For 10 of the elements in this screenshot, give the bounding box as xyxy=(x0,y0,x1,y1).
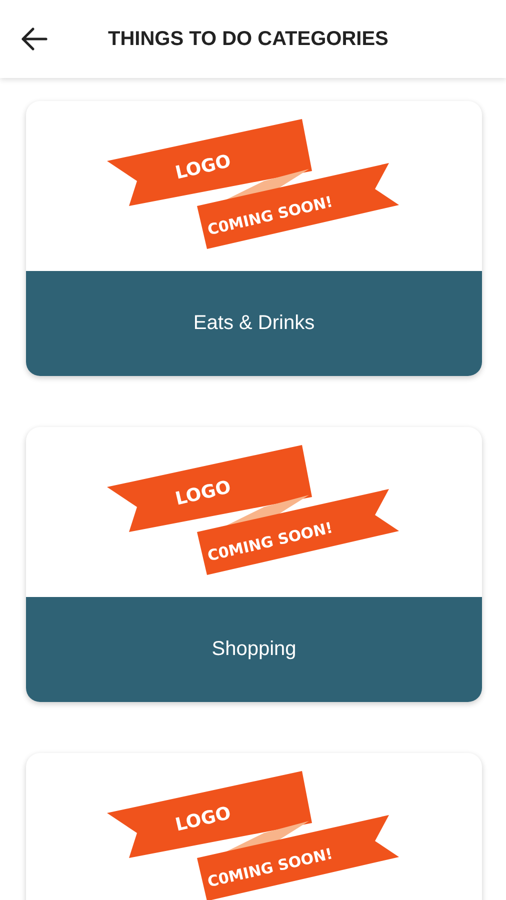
category-label: Eats & Drinks xyxy=(26,271,482,376)
back-arrow-icon xyxy=(20,27,48,51)
coming-soon-logo: LOGO C0MING SOON! xyxy=(99,111,409,261)
category-label: Shopping xyxy=(26,597,482,702)
category-card[interactable]: LOGO C0MING SOON! Shopping xyxy=(26,427,482,702)
screen-title: THINGS TO DO CATEGORIES xyxy=(108,28,388,50)
category-card[interactable]: LOGO C0MING SOON! xyxy=(26,753,482,900)
coming-soon-logo: LOGO C0MING SOON! xyxy=(99,763,409,900)
coming-soon-logo: LOGO C0MING SOON! xyxy=(99,437,409,587)
category-card[interactable]: LOGO C0MING SOON! Eats & Drinks xyxy=(26,101,482,376)
